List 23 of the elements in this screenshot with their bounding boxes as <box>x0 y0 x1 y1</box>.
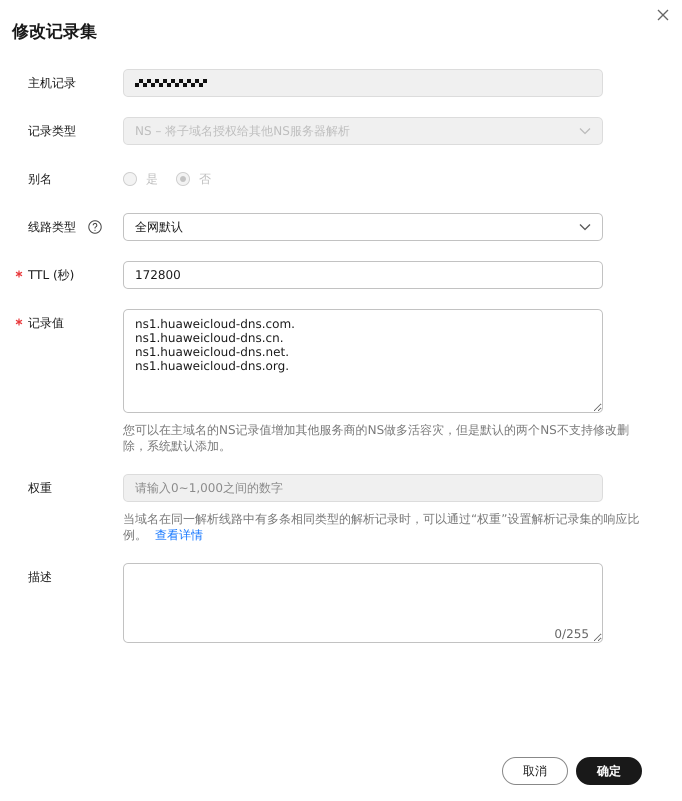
input-field[interactable]: 172800 <box>123 261 603 289</box>
hint-text: 当域名在同一解析线路中有多条相同类型的解析记录时，可以通过“权重”设置解析记录集的响应比例。 查看详情 <box>123 511 640 543</box>
field-label: 权重 <box>28 480 52 497</box>
dialog-title: 修改记录集 <box>12 21 98 44</box>
text-area[interactable]: ns1.huaweicloud-dns.com. ns1.huaweicloud-dns.cn. ns1.huaweicloud-dns.net. ns1.huaweicloud-dns.org. <box>123 309 603 413</box>
field-label: TTL (秒) <box>28 267 74 284</box>
chevron-down-icon <box>579 127 591 135</box>
help-icon[interactable] <box>88 220 102 234</box>
field-label: 主机记录 <box>28 75 76 92</box>
select-field[interactable]: 全网默认 <box>123 213 603 241</box>
chevron-down-icon <box>579 223 591 231</box>
field-label: 别名 <box>28 171 52 188</box>
hint-text: 您可以在主域名的NS记录值增加其他服务商的NS做多活容灾，但是默认的两个NS不支持修改删除，系统默认添加。 <box>123 422 630 454</box>
character-counter: 0/255 <box>554 627 589 641</box>
select-value: 全网默认 <box>135 218 183 236</box>
field-label: 记录类型 <box>28 123 76 140</box>
field-label: 记录值 <box>28 315 64 332</box>
cancel-button[interactable]: 取消 <box>502 757 568 785</box>
field-label: 线路类型 <box>28 219 76 236</box>
field-label: 描述 <box>28 569 52 586</box>
confirm-button[interactable]: 确定 <box>576 757 642 785</box>
close-icon[interactable] <box>657 9 669 21</box>
redaction-pattern-icon <box>135 79 207 87</box>
